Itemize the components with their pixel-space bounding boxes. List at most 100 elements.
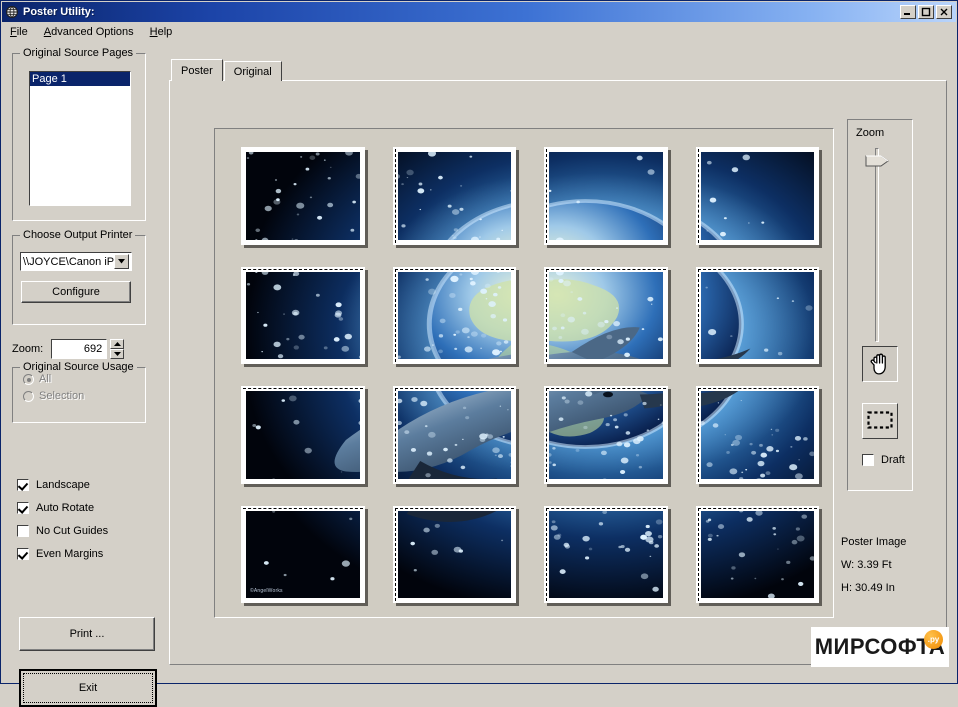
list-item-page-1[interactable]: Page 1 — [30, 72, 130, 86]
printer-selected-value: \\JOYCE\Canon iP — [21, 256, 114, 268]
zoom-stepper[interactable] — [110, 339, 124, 359]
marquee-select-icon — [867, 411, 893, 432]
poster-tile[interactable] — [544, 506, 668, 604]
poster-tile-image — [549, 152, 663, 240]
poster-tile[interactable] — [241, 147, 365, 245]
poster-tile[interactable] — [544, 386, 668, 484]
radio-selection-icon[interactable] — [23, 391, 34, 402]
zoom-field-label: Zoom: — [12, 343, 43, 355]
poster-tile[interactable] — [393, 386, 517, 484]
poster-tile-image — [398, 391, 512, 479]
printer-select[interactable]: \\JOYCE\Canon iP — [20, 252, 132, 271]
menu-file[interactable]: File — [2, 25, 36, 39]
printer-group-title: Choose Output Printer — [20, 229, 135, 241]
checkbox-landscape[interactable]: Landscape — [17, 473, 157, 496]
radio-all-label: All — [39, 373, 51, 385]
source-image-fragment — [246, 391, 360, 479]
maximize-button[interactable] — [918, 5, 934, 19]
exit-button-focus-ring: Exit — [23, 673, 153, 703]
checkbox-landscape-label: Landscape — [36, 479, 90, 491]
radio-all-icon[interactable] — [23, 374, 34, 385]
poster-tile[interactable] — [696, 147, 820, 245]
checkbox-landscape-icon[interactable] — [17, 479, 29, 491]
stepper-down-icon[interactable] — [110, 349, 124, 359]
poster-canvas[interactable]: ©AngelWorks — [214, 128, 834, 618]
poster-tile[interactable] — [696, 386, 820, 484]
source-usage-title: Original Source Usage — [20, 361, 137, 373]
marquee-select-button[interactable] — [862, 403, 898, 439]
poster-tile-image — [701, 511, 815, 599]
poster-preview-panel: ©AngelWorks — [169, 80, 947, 665]
tab-poster-label: Poster — [181, 65, 213, 77]
poster-utility-window: Poster Utility: File Advanced Options He… — [0, 0, 958, 684]
source-pages-title: Original Source Pages — [20, 47, 136, 59]
poster-tile-image — [246, 152, 360, 240]
checkbox-draft-icon[interactable] — [862, 454, 874, 466]
poster-tile-image — [701, 391, 815, 479]
close-button[interactable] — [936, 5, 952, 19]
source-image-fragment — [398, 391, 512, 479]
checkbox-draft[interactable]: Draft — [862, 454, 905, 466]
chevron-down-icon[interactable] — [114, 254, 129, 269]
checkbox-draft-label: Draft — [881, 454, 905, 466]
poster-tile[interactable] — [241, 267, 365, 365]
poster-tile[interactable] — [696, 506, 820, 604]
radio-all[interactable]: All — [23, 373, 145, 385]
poster-info-height: H: 30.49 In — [841, 577, 956, 600]
source-image-fragment — [246, 272, 360, 360]
poster-tile[interactable] — [393, 147, 517, 245]
exit-button[interactable]: Exit — [19, 669, 157, 707]
checkbox-even-margins-icon[interactable] — [17, 548, 29, 560]
poster-tile[interactable] — [544, 147, 668, 245]
menu-help[interactable]: Help — [142, 25, 181, 39]
title-bar[interactable]: Poster Utility: — [2, 2, 956, 22]
window-controls — [900, 5, 952, 19]
source-image-fragment — [549, 152, 663, 240]
poster-tile-grid: ©AngelWorks — [241, 147, 819, 603]
tab-poster[interactable]: Poster — [171, 59, 223, 81]
zoom-percent-row: Zoom: 692 — [12, 337, 157, 361]
zoom-input[interactable]: 692 — [51, 339, 107, 359]
menu-bar: File Advanced Options Help — [2, 23, 956, 41]
source-image-fragment — [246, 152, 360, 240]
source-image-fragment — [398, 272, 512, 360]
menu-help-rest: elp — [158, 26, 173, 38]
source-pages-list[interactable]: Page 1 — [29, 71, 131, 206]
poster-tile[interactable] — [393, 267, 517, 365]
menu-advanced-options[interactable]: Advanced Options — [36, 25, 142, 39]
tab-original[interactable]: Original — [224, 61, 282, 81]
menu-advanced-rest: dvanced Options — [51, 26, 134, 38]
print-button[interactable]: Print ... — [19, 617, 155, 651]
checkbox-even-margins[interactable]: Even Margins — [17, 542, 157, 565]
app-globe-icon — [5, 5, 19, 19]
zoom-slider-label: Zoom — [856, 127, 884, 139]
radio-selection[interactable]: Selection — [23, 390, 145, 402]
stepper-up-icon[interactable] — [110, 339, 124, 349]
poster-tile[interactable] — [696, 267, 820, 365]
poster-tile[interactable] — [241, 386, 365, 484]
checkbox-auto-rotate-icon[interactable] — [17, 502, 29, 514]
poster-info-heading: Poster Image — [841, 531, 956, 554]
checkbox-auto-rotate[interactable]: Auto Rotate — [17, 496, 157, 519]
configure-button-label: Configure — [52, 286, 100, 298]
poster-tile[interactable] — [393, 506, 517, 604]
poster-tile-image — [398, 511, 512, 599]
minimize-button[interactable] — [900, 5, 916, 19]
original-source-pages-group: Original Source Pages Page 1 — [12, 53, 146, 221]
checkbox-no-cut-guides-icon[interactable] — [17, 525, 29, 537]
watermark-logo: МИРСОФТА .ру — [811, 627, 949, 667]
source-image-fragment — [701, 511, 815, 599]
watermark-badge: .ру — [924, 630, 943, 649]
zoom-slider-track[interactable] — [875, 148, 879, 342]
zoom-slider-thumb[interactable] — [865, 155, 889, 167]
window-title: Poster Utility: — [23, 6, 95, 18]
source-image-fragment — [701, 391, 815, 479]
checkbox-no-cut-guides[interactable]: No Cut Guides — [17, 519, 157, 542]
checkbox-no-cut-guides-label: No Cut Guides — [36, 525, 108, 537]
poster-tile[interactable] — [544, 267, 668, 365]
poster-tile[interactable]: ©AngelWorks — [241, 506, 365, 604]
poster-options-checkboxes: Landscape Auto Rotate No Cut Guides Even… — [17, 473, 157, 565]
configure-button[interactable]: Configure — [21, 281, 131, 303]
hand-tool-button[interactable] — [862, 346, 898, 382]
tab-original-label: Original — [234, 66, 272, 78]
